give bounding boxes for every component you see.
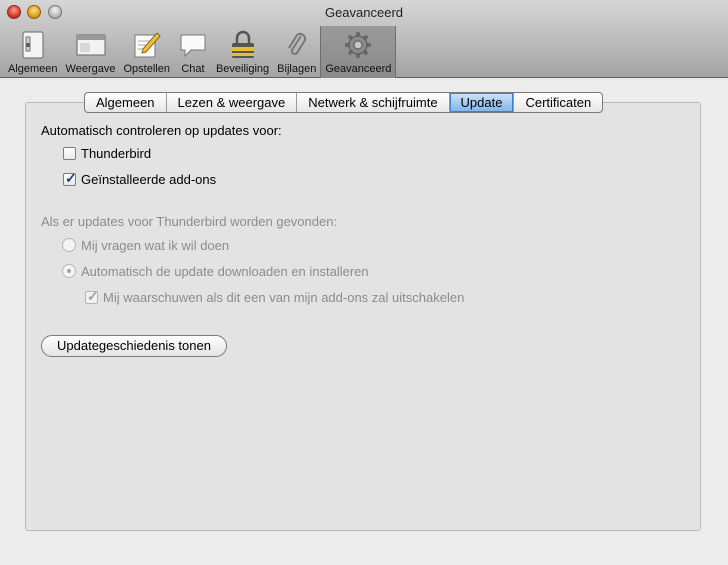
toolbar-item-geavanceerd[interactable]: Geavanceerd bbox=[320, 26, 397, 78]
advanced-gear-icon bbox=[343, 30, 373, 60]
chat-bubble-icon bbox=[178, 30, 208, 60]
radio-selected-dot bbox=[67, 269, 71, 273]
toolbar-label: Algemeen bbox=[8, 63, 58, 75]
preferences-toolbar: Algemeen Weergave Opstellen Chat Beveili… bbox=[4, 26, 397, 78]
auto-check-heading: Automatisch controleren op updates voor: bbox=[41, 123, 282, 138]
toolbar-item-opstellen[interactable]: Opstellen bbox=[119, 26, 173, 78]
warn-addons-checkbox[interactable]: ✓ bbox=[85, 288, 99, 304]
checkmark-icon: ✓ bbox=[65, 170, 77, 186]
toolbar-item-chat[interactable]: Chat bbox=[174, 26, 212, 78]
toolbar-label: Chat bbox=[181, 63, 205, 75]
update-tab-panel bbox=[25, 102, 701, 531]
when-found-heading: Als er updates voor Thunderbird worden g… bbox=[41, 214, 338, 229]
tab-netwerk-schijfruimte[interactable]: Netwerk & schijfruimte bbox=[297, 93, 450, 112]
toolbar-label: Geavanceerd bbox=[325, 63, 392, 75]
ask-radio[interactable] bbox=[62, 238, 76, 252]
security-lock-icon bbox=[228, 30, 258, 60]
thunderbird-label[interactable]: Thunderbird bbox=[81, 146, 151, 161]
auto-download-radio[interactable] bbox=[62, 264, 76, 278]
update-history-button[interactable]: Updategeschiedenis tonen bbox=[41, 335, 227, 357]
general-switch-icon bbox=[18, 30, 48, 60]
warn-addons-label[interactable]: Mij waarschuwen als dit een van mijn add… bbox=[103, 290, 464, 305]
tab-update[interactable]: Update bbox=[449, 93, 515, 112]
toolbar-label: Weergave bbox=[65, 63, 116, 75]
toolbar-item-bijlagen[interactable]: Bijlagen bbox=[273, 26, 320, 78]
toolbar-item-weergave[interactable]: Weergave bbox=[62, 26, 120, 78]
tab-lezen-weergave[interactable]: Lezen & weergave bbox=[167, 93, 298, 112]
toolbar-label: Beveiliging bbox=[215, 63, 270, 75]
advanced-tab-bar: Algemeen Lezen & weergave Netwerk & schi… bbox=[84, 92, 604, 113]
toolbar-item-beveiliging[interactable]: Beveiliging bbox=[212, 26, 273, 78]
checkmark-icon: ✓ bbox=[87, 288, 99, 304]
tab-certificaten[interactable]: Certificaten bbox=[514, 93, 602, 112]
ask-label[interactable]: Mij vragen wat ik wil doen bbox=[81, 238, 229, 253]
window-title: Geavanceerd bbox=[324, 5, 404, 20]
title-bar: Geavanceerd Algemeen Weergave Opstellen … bbox=[0, 0, 728, 78]
display-window-icon bbox=[76, 30, 106, 60]
addons-label[interactable]: Geïnstalleerde add-ons bbox=[81, 172, 216, 187]
toolbar-label: Opstellen bbox=[123, 63, 170, 75]
auto-download-label[interactable]: Automatisch de update downloaden en inst… bbox=[81, 264, 369, 279]
thunderbird-checkbox[interactable] bbox=[63, 147, 76, 160]
preferences-window: Geavanceerd Algemeen Weergave Opstellen … bbox=[0, 0, 728, 565]
addons-checkbox[interactable]: ✓ bbox=[63, 170, 77, 186]
compose-pencil-icon bbox=[132, 30, 162, 60]
attachment-paperclip-icon bbox=[282, 30, 312, 60]
tab-algemeen[interactable]: Algemeen bbox=[85, 93, 167, 112]
toolbar-item-algemeen[interactable]: Algemeen bbox=[4, 26, 62, 78]
toolbar-label: Bijlagen bbox=[277, 63, 317, 75]
